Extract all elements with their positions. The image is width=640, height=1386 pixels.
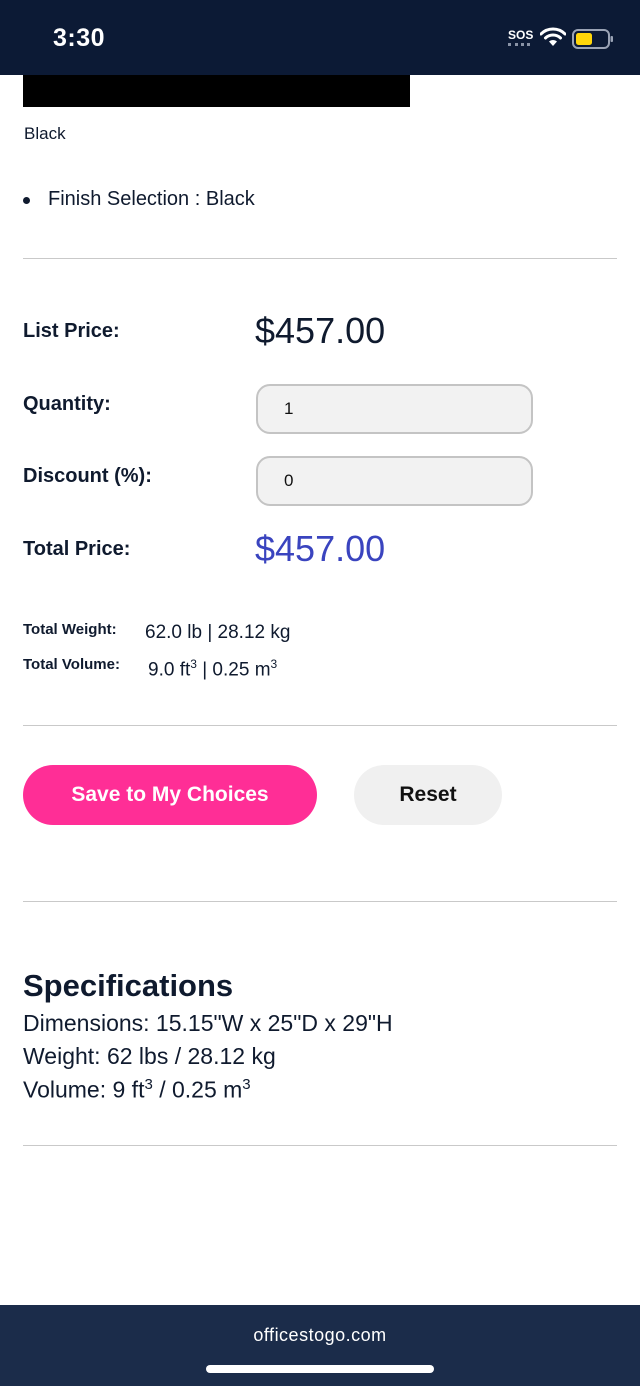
swatch-label: Black [24, 124, 66, 143]
spec-weight: Weight: 62 lbs / 28.12 kg [23, 1043, 276, 1069]
bullet-icon [23, 197, 30, 204]
spec-dimensions: Dimensions: 15.15"W x 25"D x 29"H [23, 1010, 393, 1036]
divider [23, 901, 617, 902]
divider [23, 1145, 617, 1146]
save-to-my-choices-button[interactable]: Save to My Choices [23, 765, 317, 825]
total-price-value: $457.00 [255, 528, 386, 569]
divider [23, 258, 617, 259]
battery-icon [572, 29, 614, 54]
status-bar: 3:30 SOS [0, 0, 640, 75]
divider [23, 725, 617, 726]
wifi-icon [539, 27, 567, 52]
cellular-signal-icon [508, 43, 530, 46]
total-weight-label: Total Weight: [23, 621, 117, 638]
reset-button[interactable]: Reset [354, 765, 502, 825]
total-volume-value: 9.0 ft3 | 0.25 m3 [148, 657, 278, 681]
sos-indicator: SOS [508, 28, 534, 42]
finish-swatch[interactable] [23, 75, 410, 107]
specifications-heading: Specifications [23, 968, 234, 1003]
home-indicator[interactable] [206, 1365, 434, 1373]
quantity-input[interactable] [256, 384, 533, 434]
list-price-label: List Price: [23, 320, 120, 342]
total-price-label: Total Price: [23, 538, 131, 560]
quantity-label: Quantity: [23, 393, 111, 415]
total-weight-value: 62.0 lb | 28.12 kg [145, 622, 291, 643]
total-volume-label: Total Volume: [23, 656, 120, 673]
finish-selection: Finish Selection : Black [48, 188, 255, 210]
discount-input[interactable] [256, 456, 533, 506]
status-time: 3:30 [53, 24, 106, 52]
list-price-value: $457.00 [255, 310, 386, 351]
url-display[interactable]: officestogo.com [0, 1325, 640, 1346]
discount-label: Discount (%): [23, 465, 152, 487]
spec-volume: Volume: 9 ft3 / 0.25 m3 [23, 1076, 251, 1103]
